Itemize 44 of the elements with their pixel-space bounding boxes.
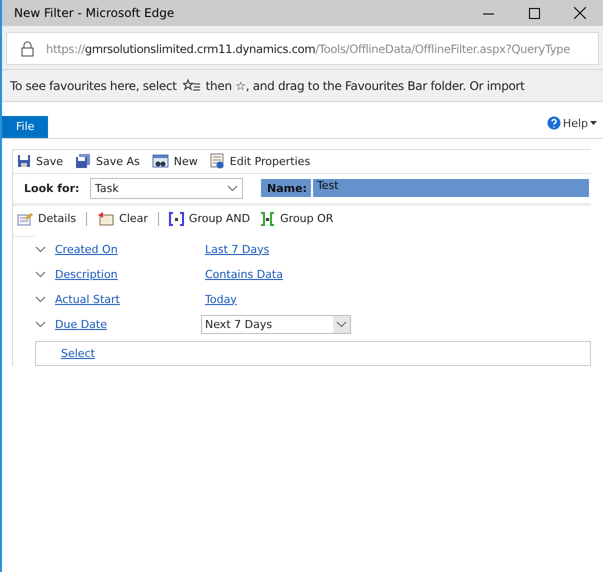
field-link[interactable]: Description xyxy=(55,268,118,280)
toolbar-button[interactable]: Save xyxy=(17,154,64,168)
operator-link[interactable]: Contains Data xyxy=(205,268,283,280)
close-icon xyxy=(574,7,586,19)
star-list-icon xyxy=(182,79,200,92)
field-link[interactable]: Due Date xyxy=(55,318,107,330)
favourites-hint-text: To see favourites here, select xyxy=(10,78,177,92)
toolbar-button[interactable]: Edit Properties xyxy=(210,153,310,169)
filter-toolbar-button[interactable]: Group AND xyxy=(168,212,250,226)
field-link[interactable]: Created On xyxy=(55,242,118,256)
caret-icon xyxy=(336,320,347,328)
notepad-pencil-icon xyxy=(17,212,33,226)
address-field[interactable]: https://gmrsolutionslimited.crm11.dynamics.com/Tools/OfflineData/OfflineFilter.aspx?QueryType xyxy=(6,32,599,65)
reversed-brackets-icon xyxy=(260,212,276,226)
floppy-disks-icon xyxy=(75,154,92,168)
chevron-icon xyxy=(35,270,46,278)
ribbon-tab[interactable]: File xyxy=(2,116,48,138)
filter-toolbar-button[interactable]: Group OR xyxy=(260,212,334,226)
look-for-dropdown[interactable]: Task xyxy=(90,178,243,198)
help-link[interactable]: Help xyxy=(546,116,597,130)
padlock-icon xyxy=(21,40,34,56)
operator-dropdown[interactable]: Next 7 Days xyxy=(201,314,351,334)
chevron-icon xyxy=(35,246,46,252)
operator-link[interactable]: Last 7 Days xyxy=(205,242,270,256)
brackets-icon xyxy=(168,212,184,226)
caret-icon xyxy=(227,184,238,192)
help-icon xyxy=(546,116,561,130)
maximize-icon xyxy=(528,8,540,18)
chevron-icon xyxy=(35,320,46,328)
field-link[interactable]: Actual Start xyxy=(55,292,120,306)
caret-icon xyxy=(590,121,597,126)
filter-toolbar-button[interactable]: Details xyxy=(17,212,76,226)
toolbar-button[interactable]: Save As xyxy=(75,154,140,168)
operator-link[interactable]: Today xyxy=(205,292,237,306)
binoculars-window-icon xyxy=(152,154,169,168)
filter-toolbar-button[interactable]: Clear xyxy=(97,211,148,226)
toolbar-button[interactable]: New xyxy=(152,154,198,168)
document-info-icon xyxy=(210,153,225,169)
name-field[interactable]: Name: Test xyxy=(261,179,589,197)
select-link[interactable]: Select xyxy=(61,346,95,360)
favourites-hint-text: then ☆, and drag to the Favourites Bar folder. Or import xyxy=(206,78,525,92)
look-for-label: Look for: xyxy=(24,182,80,194)
chevron-icon xyxy=(35,296,46,302)
window-title: New Filter - Microsoft Edge xyxy=(14,6,176,20)
